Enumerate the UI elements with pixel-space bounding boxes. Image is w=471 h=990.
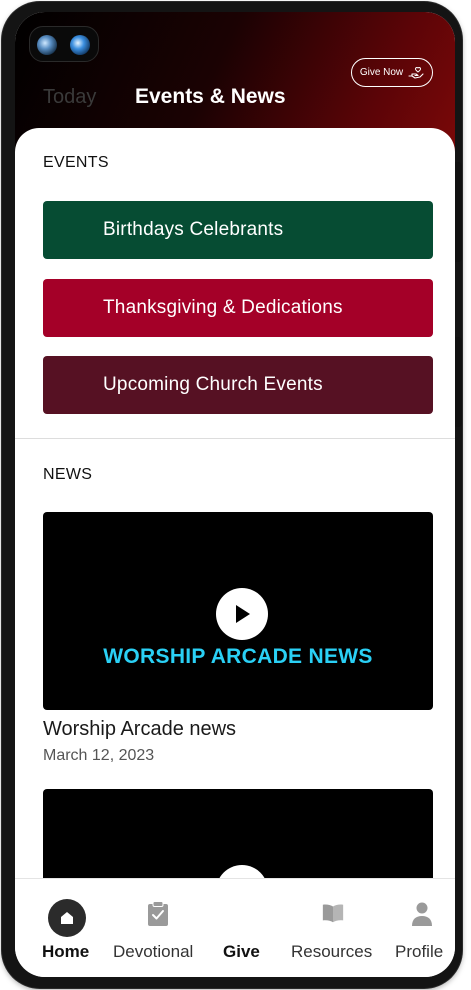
play-button[interactable]	[216, 588, 268, 640]
news-item-date: March 12, 2023	[43, 747, 155, 764]
tab-today[interactable]: Today	[43, 86, 96, 109]
camera-lens-icon	[37, 35, 57, 55]
news-section-title: NEWS	[43, 466, 93, 483]
home-icon	[48, 899, 86, 937]
nav-profile[interactable]: Profile	[395, 879, 455, 977]
upcoming-church-events-button[interactable]: Upcoming Church Events	[43, 356, 433, 414]
clipboard-check-icon	[146, 901, 170, 927]
news-video-thumbnail[interactable]	[43, 789, 433, 888]
section-divider	[15, 438, 455, 439]
content-sheet: EVENTS Birthdays Celebrants Thanksgiving…	[15, 128, 455, 888]
nav-profile-label: Profile	[395, 942, 444, 961]
nav-give[interactable]: Give	[223, 879, 263, 977]
give-now-label: Give Now	[359, 67, 404, 78]
nav-devotional-label: Devotional	[113, 942, 194, 961]
bottom-nav: Home Devotional Give Resources Profile	[15, 878, 455, 977]
news-item-title[interactable]: Worship Arcade news	[43, 718, 236, 741]
nav-resources[interactable]: Resources	[291, 879, 375, 977]
nav-resources-label: Resources	[291, 942, 373, 961]
book-icon	[321, 901, 345, 925]
camera-icon	[29, 26, 99, 62]
birthday-celebrants-button[interactable]: Birthdays Celebrants	[43, 201, 433, 259]
news-video-thumbnail[interactable]: WORSHIP ARCADE NEWS	[43, 512, 433, 710]
camera-lens-icon	[70, 35, 90, 55]
give-now-button[interactable]: Give Now	[351, 58, 433, 87]
giving-hand-icon	[408, 66, 424, 79]
app-screen: Give Now Today Events & News EVENTS Birt…	[15, 12, 455, 977]
nav-home-label: Home	[42, 942, 90, 961]
nav-give-label: Give	[223, 942, 260, 961]
nav-home[interactable]: Home	[39, 879, 95, 977]
person-icon	[411, 901, 433, 927]
phone-frame: Give Now Today Events & News EVENTS Birt…	[2, 2, 462, 988]
play-icon	[236, 605, 250, 623]
video-caption: WORSHIP ARCADE NEWS	[103, 645, 373, 668]
nav-devotional[interactable]: Devotional	[113, 879, 203, 977]
thanksgiving-dedications-button[interactable]: Thanksgiving & Dedications	[43, 279, 433, 337]
events-section-title: EVENTS	[43, 154, 109, 171]
tab-events-news[interactable]: Events & News	[135, 85, 286, 109]
